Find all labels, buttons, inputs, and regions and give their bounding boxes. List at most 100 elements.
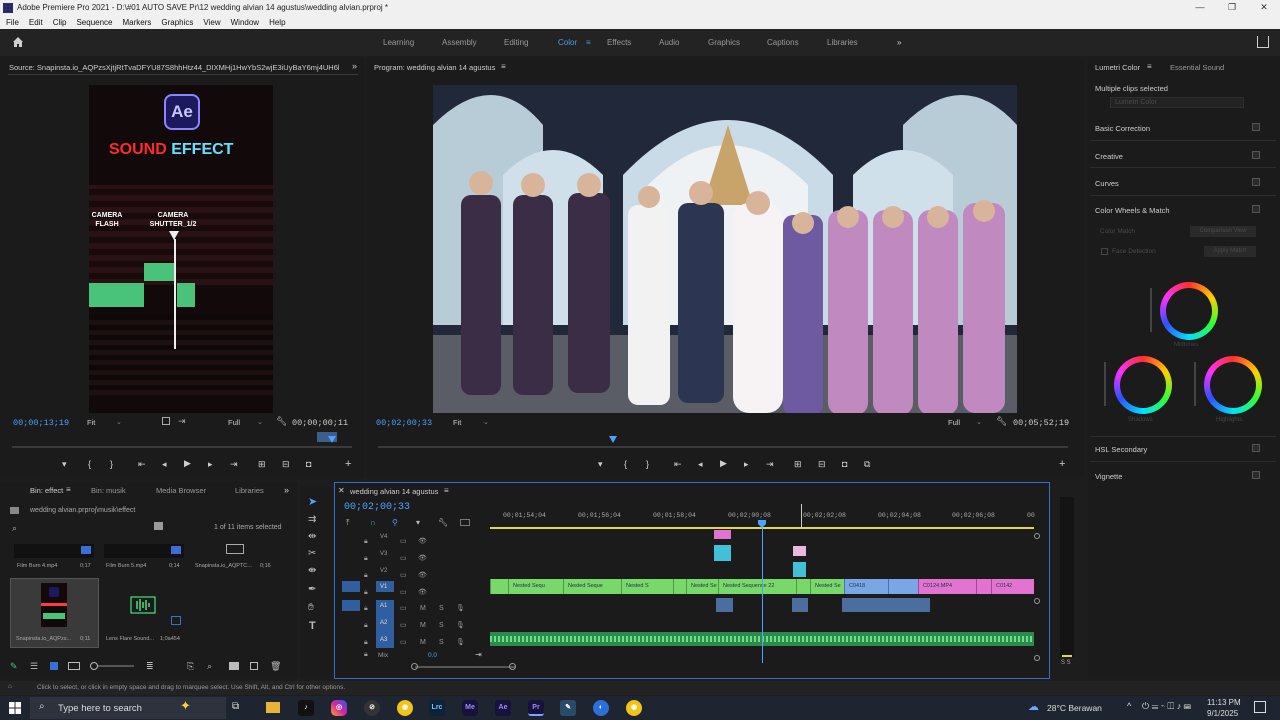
mark-out-icon[interactable]: } [646,459,649,469]
settings-wrench-icon[interactable]: 🔧︎ [438,518,448,527]
windows-start-icon[interactable] [9,702,21,714]
lock-icons-audio[interactable]: 🔒︎ 🔒︎ 🔒︎ [364,600,368,651]
compare-view-icon[interactable]: ⧉ [864,459,870,470]
track-select-tool-icon[interactable]: ⇉ [308,514,316,525]
pen-tool-icon[interactable]: ✒ [308,584,316,595]
sparkle-icon[interactable]: ✦ [180,698,191,714]
notification-icon[interactable] [1254,701,1266,713]
section-curves[interactable]: Curves [1095,179,1119,188]
lift-icon[interactable]: ⊞ [794,459,802,470]
tab-bin-effect[interactable]: Bin: effect [30,486,63,495]
shadows-wheel[interactable] [1114,356,1172,414]
workspace-libraries[interactable]: Libraries [827,38,858,47]
close-button[interactable]: ✕ [1248,0,1280,15]
curves-checkbox[interactable] [1252,178,1260,186]
midtones-slider[interactable] [1150,288,1152,332]
mark-in-icon[interactable]: { [624,459,627,469]
highlights-slider[interactable] [1194,362,1196,406]
instagram-icon[interactable]: ◎ [331,700,347,716]
lock-icon[interactable]: 🔒︎ [364,651,368,659]
timeline-tab[interactable]: wedding alvian 14 agustus [350,487,438,496]
menu-view[interactable]: View [203,18,220,27]
add-marker-icon[interactable]: ▾ [62,459,67,470]
insert-icon[interactable]: ⇥ [178,416,186,427]
new-bin-icon[interactable] [229,662,239,670]
task-view-icon[interactable]: ⧉ [232,701,239,712]
mic-icons[interactable]: 🎙︎ 🎙︎ 🎙︎ [456,600,465,651]
tab-libraries[interactable]: Libraries [235,486,264,495]
mark-out-icon[interactable]: } [110,459,113,469]
extract-icon[interactable]: ⊟ [818,459,826,470]
scroll-handle-left[interactable] [411,663,418,670]
trash-icon[interactable]: 🗑︎ [270,661,281,672]
v1-clip[interactable]: Nested Se [686,579,718,594]
workspace-audio[interactable]: Audio [659,38,679,47]
timeline-close-icon[interactable]: ✕ [338,486,345,495]
program-monitor-tab[interactable]: Program: wedding alvian 14 agustus [374,63,495,72]
weather-icon[interactable]: ☁ [1028,700,1039,713]
add-button-icon[interactable]: + [1059,458,1065,470]
add-button-icon[interactable]: + [345,458,351,470]
menu-edit[interactable]: Edit [29,18,43,27]
menu-help[interactable]: Help [269,18,285,27]
menu-file[interactable]: File [6,18,19,27]
track-label-v1[interactable]: V1 [380,584,387,590]
more-tabs-icon[interactable]: » [284,485,289,495]
wrench-icon[interactable]: 🔧︎ [276,416,287,427]
v1-clip[interactable] [976,579,991,594]
hsl-secondary-checkbox[interactable] [1252,444,1260,452]
pen-icon[interactable]: ✎ [10,661,18,672]
section-vignette[interactable]: Vignette [1095,472,1122,481]
workspace-assembly[interactable]: Assembly [442,38,477,47]
v1-clip[interactable] [490,579,508,594]
v1-clip[interactable] [888,579,918,594]
sequence-icon[interactable] [226,544,244,554]
clock-date[interactable]: 9/1/2025 [1207,709,1238,718]
automate-icon[interactable]: ⎘ [187,661,194,672]
menu-clip[interactable]: Clip [53,18,67,27]
tiktok-icon[interactable]: ♪ [298,700,314,716]
workspace-graphics[interactable]: Graphics [708,38,740,47]
v4-clip[interactable] [714,530,731,539]
v1-clip[interactable] [796,579,810,594]
scroll-handle-right[interactable] [509,663,516,670]
track-label-a1[interactable]: A1 [380,603,387,609]
section-color-wheels[interactable]: Color Wheels & Match [1095,206,1170,215]
program-quality-dropdown[interactable]: Full [948,418,960,427]
tab-essential-sound[interactable]: Essential Sound [1170,63,1224,72]
source-quality-dropdown[interactable]: Full [228,418,240,427]
face-detection-checkbox[interactable] [1101,248,1108,255]
v1-clip[interactable]: C0418 [844,579,888,594]
vignette-checkbox[interactable] [1252,471,1260,479]
a1-clip[interactable] [792,598,808,612]
go-to-in-icon[interactable]: ⇤ [138,459,146,470]
capcut-icon[interactable]: ⊘ [364,700,380,716]
snap-icon[interactable]: ∩ [370,518,376,527]
step-back-icon[interactable]: ◂ [162,459,167,470]
v1-clip[interactable]: Nested S [621,579,673,594]
wrench-icon[interactable]: 🔧︎ [996,416,1007,427]
v1-clip[interactable]: Nested Sequ [508,579,563,594]
icon-view-icon[interactable] [50,662,58,670]
v1-clip[interactable]: C0142 [991,579,1034,594]
apply-match-button[interactable]: Apply Match [1204,246,1256,257]
source-patch-a1[interactable] [342,600,360,611]
home-icon[interactable] [12,36,24,48]
program-scrub-bar[interactable] [378,446,1068,448]
workspace-editing[interactable]: Editing [504,38,528,47]
go-to-out-icon[interactable]: ⇥ [230,459,238,470]
add-marker-icon[interactable]: ▾ [598,459,603,470]
section-hsl-secondary[interactable]: HSL Secondary [1095,445,1147,454]
export-frame-icon[interactable]: ◘ [306,459,311,469]
midtones-wheel[interactable] [1160,282,1218,340]
v1-clip[interactable]: Nested Seque [563,579,621,594]
chevron-up-icon[interactable]: ^ [1127,701,1131,711]
step-forward-icon[interactable]: ▸ [208,459,213,470]
workspace-captions[interactable]: Captions [767,38,799,47]
track-label-v2[interactable]: V2 [380,568,387,574]
add-marker-icon[interactable]: ▾ [416,518,420,527]
track-label-a3[interactable]: A3 [380,637,387,643]
highlights-wheel[interactable] [1204,356,1262,414]
tab-bin-musik[interactable]: Bin: musik [91,486,126,495]
zoom-slider-handle[interactable] [90,662,98,670]
